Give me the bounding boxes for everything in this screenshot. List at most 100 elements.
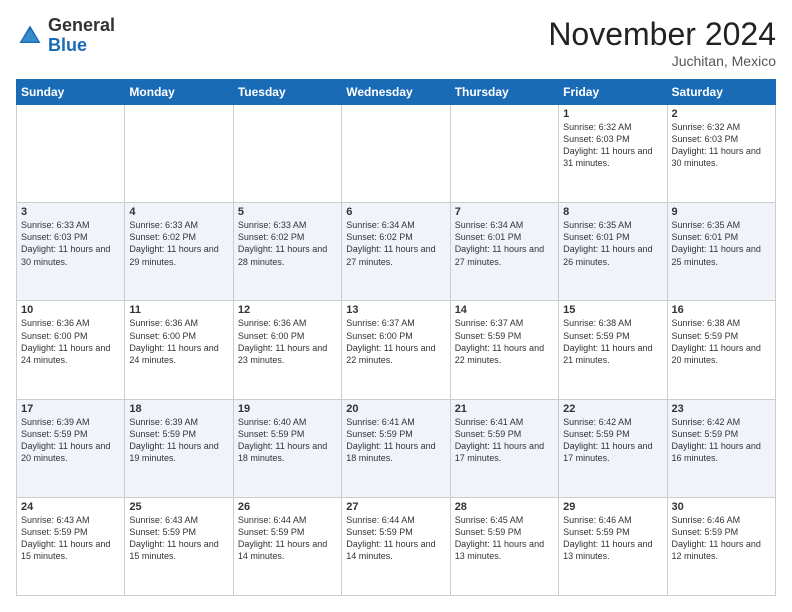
col-saturday: Saturday — [667, 80, 775, 105]
cell-info-4-1: Sunrise: 6:43 AM Sunset: 5:59 PM Dayligh… — [129, 514, 228, 563]
cell-1-1: 4Sunrise: 6:33 AM Sunset: 6:02 PM Daylig… — [125, 203, 233, 301]
cell-info-2-5: Sunrise: 6:38 AM Sunset: 5:59 PM Dayligh… — [563, 317, 662, 366]
day-number-3-0: 17 — [21, 403, 120, 415]
cell-2-5: 15Sunrise: 6:38 AM Sunset: 5:59 PM Dayli… — [559, 301, 667, 399]
cell-3-0: 17Sunrise: 6:39 AM Sunset: 5:59 PM Dayli… — [17, 399, 125, 497]
cell-2-4: 14Sunrise: 6:37 AM Sunset: 5:59 PM Dayli… — [450, 301, 558, 399]
header: General Blue November 2024 Juchitan, Mex… — [16, 16, 776, 69]
cell-info-3-3: Sunrise: 6:41 AM Sunset: 5:59 PM Dayligh… — [346, 416, 445, 465]
cell-4-0: 24Sunrise: 6:43 AM Sunset: 5:59 PM Dayli… — [17, 497, 125, 595]
cell-info-2-0: Sunrise: 6:36 AM Sunset: 6:00 PM Dayligh… — [21, 317, 120, 366]
week-row-0: 1Sunrise: 6:32 AM Sunset: 6:03 PM Daylig… — [17, 105, 776, 203]
day-number-4-1: 25 — [129, 501, 228, 513]
cell-4-6: 30Sunrise: 6:46 AM Sunset: 5:59 PM Dayli… — [667, 497, 775, 595]
cell-info-4-4: Sunrise: 6:45 AM Sunset: 5:59 PM Dayligh… — [455, 514, 554, 563]
cell-2-0: 10Sunrise: 6:36 AM Sunset: 6:00 PM Dayli… — [17, 301, 125, 399]
day-number-4-6: 30 — [672, 501, 771, 513]
cell-1-5: 8Sunrise: 6:35 AM Sunset: 6:01 PM Daylig… — [559, 203, 667, 301]
logo-icon — [16, 22, 44, 50]
cell-info-2-3: Sunrise: 6:37 AM Sunset: 6:00 PM Dayligh… — [346, 317, 445, 366]
cell-2-2: 12Sunrise: 6:36 AM Sunset: 6:00 PM Dayli… — [233, 301, 341, 399]
cell-info-3-6: Sunrise: 6:42 AM Sunset: 5:59 PM Dayligh… — [672, 416, 771, 465]
cell-0-1 — [125, 105, 233, 203]
day-number-1-5: 8 — [563, 206, 662, 218]
cell-info-3-0: Sunrise: 6:39 AM Sunset: 5:59 PM Dayligh… — [21, 416, 120, 465]
day-number-2-4: 14 — [455, 304, 554, 316]
cell-1-0: 3Sunrise: 6:33 AM Sunset: 6:03 PM Daylig… — [17, 203, 125, 301]
cell-3-5: 22Sunrise: 6:42 AM Sunset: 5:59 PM Dayli… — [559, 399, 667, 497]
cell-4-5: 29Sunrise: 6:46 AM Sunset: 5:59 PM Dayli… — [559, 497, 667, 595]
col-sunday: Sunday — [17, 80, 125, 105]
cell-0-4 — [450, 105, 558, 203]
cell-info-0-5: Sunrise: 6:32 AM Sunset: 6:03 PM Dayligh… — [563, 121, 662, 170]
day-number-2-0: 10 — [21, 304, 120, 316]
day-number-3-1: 18 — [129, 403, 228, 415]
cell-info-1-3: Sunrise: 6:34 AM Sunset: 6:02 PM Dayligh… — [346, 219, 445, 268]
cell-info-4-5: Sunrise: 6:46 AM Sunset: 5:59 PM Dayligh… — [563, 514, 662, 563]
cell-info-1-0: Sunrise: 6:33 AM Sunset: 6:03 PM Dayligh… — [21, 219, 120, 268]
cell-0-0 — [17, 105, 125, 203]
cell-1-3: 6Sunrise: 6:34 AM Sunset: 6:02 PM Daylig… — [342, 203, 450, 301]
day-number-1-3: 6 — [346, 206, 445, 218]
cell-0-2 — [233, 105, 341, 203]
cell-4-4: 28Sunrise: 6:45 AM Sunset: 5:59 PM Dayli… — [450, 497, 558, 595]
cell-4-2: 26Sunrise: 6:44 AM Sunset: 5:59 PM Dayli… — [233, 497, 341, 595]
cell-3-3: 20Sunrise: 6:41 AM Sunset: 5:59 PM Dayli… — [342, 399, 450, 497]
page: General Blue November 2024 Juchitan, Mex… — [0, 0, 792, 612]
day-number-3-3: 20 — [346, 403, 445, 415]
cell-1-2: 5Sunrise: 6:33 AM Sunset: 6:02 PM Daylig… — [233, 203, 341, 301]
cell-info-1-2: Sunrise: 6:33 AM Sunset: 6:02 PM Dayligh… — [238, 219, 337, 268]
cell-info-4-0: Sunrise: 6:43 AM Sunset: 5:59 PM Dayligh… — [21, 514, 120, 563]
location-subtitle: Juchitan, Mexico — [548, 53, 776, 69]
day-number-4-4: 28 — [455, 501, 554, 513]
month-title: November 2024 — [548, 16, 776, 53]
cell-4-1: 25Sunrise: 6:43 AM Sunset: 5:59 PM Dayli… — [125, 497, 233, 595]
cell-info-2-2: Sunrise: 6:36 AM Sunset: 6:00 PM Dayligh… — [238, 317, 337, 366]
logo-text: General Blue — [48, 16, 115, 56]
col-tuesday: Tuesday — [233, 80, 341, 105]
cell-3-4: 21Sunrise: 6:41 AM Sunset: 5:59 PM Dayli… — [450, 399, 558, 497]
day-number-2-6: 16 — [672, 304, 771, 316]
day-number-4-0: 24 — [21, 501, 120, 513]
day-number-1-4: 7 — [455, 206, 554, 218]
col-thursday: Thursday — [450, 80, 558, 105]
day-number-1-2: 5 — [238, 206, 337, 218]
cell-info-3-2: Sunrise: 6:40 AM Sunset: 5:59 PM Dayligh… — [238, 416, 337, 465]
cell-1-6: 9Sunrise: 6:35 AM Sunset: 6:01 PM Daylig… — [667, 203, 775, 301]
cell-info-2-6: Sunrise: 6:38 AM Sunset: 5:59 PM Dayligh… — [672, 317, 771, 366]
cell-info-2-1: Sunrise: 6:36 AM Sunset: 6:00 PM Dayligh… — [129, 317, 228, 366]
day-number-1-6: 9 — [672, 206, 771, 218]
cell-info-3-1: Sunrise: 6:39 AM Sunset: 5:59 PM Dayligh… — [129, 416, 228, 465]
header-row: Sunday Monday Tuesday Wednesday Thursday… — [17, 80, 776, 105]
day-number-1-1: 4 — [129, 206, 228, 218]
cell-info-4-3: Sunrise: 6:44 AM Sunset: 5:59 PM Dayligh… — [346, 514, 445, 563]
day-number-3-2: 19 — [238, 403, 337, 415]
cell-info-3-4: Sunrise: 6:41 AM Sunset: 5:59 PM Dayligh… — [455, 416, 554, 465]
day-number-4-2: 26 — [238, 501, 337, 513]
col-wednesday: Wednesday — [342, 80, 450, 105]
day-number-0-6: 2 — [672, 108, 771, 120]
cell-3-6: 23Sunrise: 6:42 AM Sunset: 5:59 PM Dayli… — [667, 399, 775, 497]
logo-blue-text: Blue — [48, 36, 115, 56]
cell-info-4-2: Sunrise: 6:44 AM Sunset: 5:59 PM Dayligh… — [238, 514, 337, 563]
calendar-table: Sunday Monday Tuesday Wednesday Thursday… — [16, 79, 776, 596]
cell-info-1-4: Sunrise: 6:34 AM Sunset: 6:01 PM Dayligh… — [455, 219, 554, 268]
logo-general-text: General — [48, 16, 115, 36]
cell-0-6: 2Sunrise: 6:32 AM Sunset: 6:03 PM Daylig… — [667, 105, 775, 203]
day-number-4-3: 27 — [346, 501, 445, 513]
cell-3-1: 18Sunrise: 6:39 AM Sunset: 5:59 PM Dayli… — [125, 399, 233, 497]
cell-info-0-6: Sunrise: 6:32 AM Sunset: 6:03 PM Dayligh… — [672, 121, 771, 170]
day-number-3-6: 23 — [672, 403, 771, 415]
day-number-1-0: 3 — [21, 206, 120, 218]
cell-2-1: 11Sunrise: 6:36 AM Sunset: 6:00 PM Dayli… — [125, 301, 233, 399]
week-row-2: 10Sunrise: 6:36 AM Sunset: 6:00 PM Dayli… — [17, 301, 776, 399]
logo: General Blue — [16, 16, 115, 56]
day-number-2-3: 13 — [346, 304, 445, 316]
col-monday: Monday — [125, 80, 233, 105]
cell-2-6: 16Sunrise: 6:38 AM Sunset: 5:59 PM Dayli… — [667, 301, 775, 399]
week-row-4: 24Sunrise: 6:43 AM Sunset: 5:59 PM Dayli… — [17, 497, 776, 595]
day-number-2-1: 11 — [129, 304, 228, 316]
day-number-0-5: 1 — [563, 108, 662, 120]
day-number-3-5: 22 — [563, 403, 662, 415]
day-number-2-5: 15 — [563, 304, 662, 316]
